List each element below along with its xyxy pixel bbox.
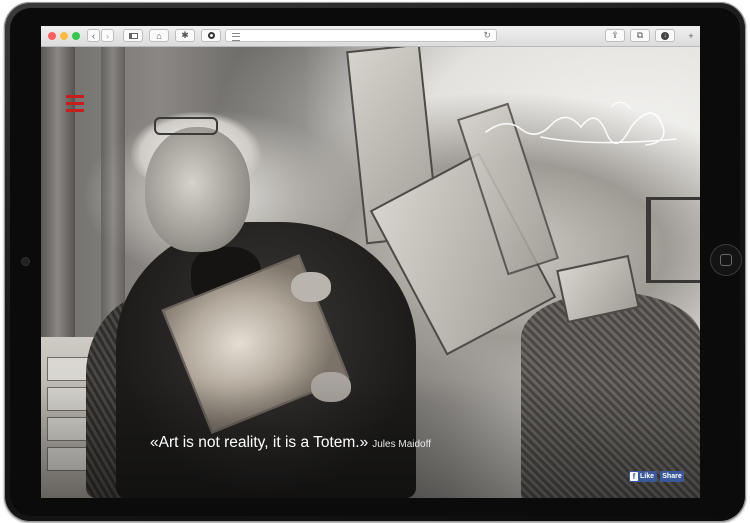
facebook-share-label: Share (662, 473, 682, 480)
extension-button[interactable]: ✱ (175, 29, 195, 42)
download-icon: ↓ (661, 31, 669, 40)
reader-icon[interactable] (232, 33, 240, 41)
sidebar-icon (128, 32, 138, 39)
close-window-button[interactable] (48, 32, 56, 40)
quote-text: «Art is not reality, it is a Totem.» (150, 434, 369, 451)
new-tab-button[interactable]: + (684, 29, 698, 42)
reload-icon[interactable]: ↻ (483, 30, 491, 41)
privacy-button[interactable] (201, 29, 221, 42)
browser-toolbar: ‹ › ⌂ ✱ ↻ ⇪ ⧉ ↓ + (41, 26, 700, 47)
facebook-like-button[interactable]: f Like (629, 471, 657, 482)
easel-stand (646, 197, 700, 283)
facebook-share-button[interactable]: Share (660, 471, 684, 482)
tabs-icon: ⧉ (636, 30, 644, 40)
camera-icon (22, 258, 29, 265)
privacy-icon (207, 32, 215, 39)
back-button[interactable]: ‹ (87, 29, 100, 42)
browser-window: ‹ › ⌂ ✱ ↻ ⇪ ⧉ ↓ + «Art is not reality, i… (41, 26, 700, 498)
download-button[interactable]: ↓ (655, 29, 675, 42)
share-button[interactable]: ⇪ (605, 29, 625, 42)
zoom-window-button[interactable] (72, 32, 80, 40)
back-icon: ‹ (92, 30, 95, 41)
sidebar-button[interactable] (123, 29, 143, 42)
minimize-window-button[interactable] (60, 32, 68, 40)
quote-author: Jules Maidoff (372, 439, 431, 450)
artist-hand (291, 272, 331, 302)
artist-face (145, 127, 250, 252)
home-toolbar-button[interactable]: ⌂ (149, 29, 169, 42)
extension-icon: ✱ (181, 30, 189, 40)
home-button[interactable] (711, 245, 741, 275)
signature-logo[interactable] (481, 87, 681, 157)
hero-photo: «Art is not reality, it is a Totem.» Jule… (41, 47, 700, 498)
tabs-button[interactable]: ⧉ (630, 29, 650, 42)
glasses-icon (154, 117, 218, 135)
hamburger-menu-icon[interactable] (66, 95, 84, 113)
new-tab-icon: + (688, 30, 694, 41)
share-icon: ⇪ (611, 30, 619, 40)
quote-caption: «Art is not reality, it is a Totem.» Jule… (150, 434, 431, 452)
home-icon: ⌂ (156, 30, 162, 41)
forward-icon: › (106, 30, 109, 41)
forward-button[interactable]: › (101, 29, 114, 42)
facebook-like-label: Like (640, 473, 655, 480)
facebook-icon: f (630, 472, 638, 481)
address-bar[interactable]: ↻ (225, 29, 497, 42)
